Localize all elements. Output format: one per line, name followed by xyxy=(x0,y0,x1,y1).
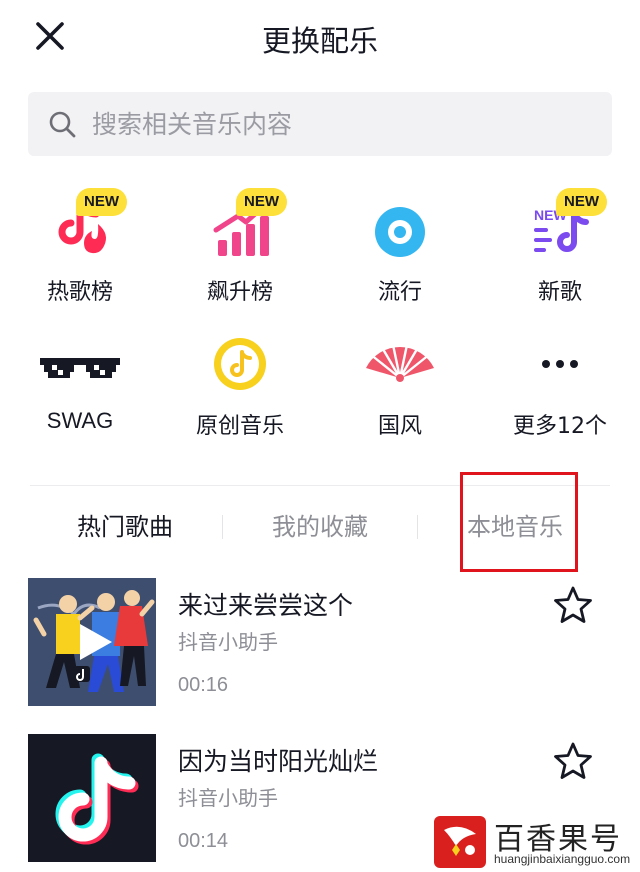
song-duration: 00:14 xyxy=(178,830,229,852)
song-row[interactable]: 来过来尝尝这个 抖音小助手 00:16 xyxy=(0,578,640,708)
tiktok-logo-cover-image xyxy=(28,734,156,862)
category-label: SWAG xyxy=(46,408,114,433)
category-guofeng[interactable]: 国风 xyxy=(320,332,480,452)
watermark-url: huangjinbaixiangguo.com xyxy=(494,852,631,866)
tab-my-favorites[interactable]: 我的收藏 xyxy=(245,505,395,549)
category-label: 新歌 xyxy=(537,280,582,305)
category-label: 热歌榜 xyxy=(46,280,113,305)
song-duration: 00:16 xyxy=(178,674,229,696)
pixel-sunglasses-icon xyxy=(40,358,120,378)
folding-fan-icon xyxy=(366,339,434,382)
disc-icon xyxy=(375,207,425,257)
star-icon[interactable] xyxy=(552,584,594,626)
song-artist: 抖音小助手 xyxy=(178,630,278,654)
song-title: 因为当时阳光灿烂 xyxy=(178,747,379,776)
category-pop[interactable]: 流行 xyxy=(320,188,480,308)
search-input[interactable] xyxy=(92,92,592,156)
tab-separator xyxy=(222,515,223,539)
page-title: 更换配乐 xyxy=(261,24,378,58)
watermark: 百香果号 huangjinbaixiangguo.com xyxy=(434,812,634,872)
new-badge: NEW xyxy=(76,188,127,216)
original-music-icon xyxy=(214,338,266,390)
category-rising-chart[interactable]: NEW 飙升榜 xyxy=(160,188,320,308)
highlight-box xyxy=(460,472,578,572)
watermark-logo xyxy=(434,816,486,868)
star-icon[interactable] xyxy=(552,740,594,782)
category-label: 国风 xyxy=(377,414,422,439)
new-badge: NEW xyxy=(556,188,607,216)
search-bar[interactable] xyxy=(28,92,612,156)
category-more[interactable]: 更多12个 xyxy=(480,332,640,452)
tab-hot-songs[interactable]: 热门歌曲 xyxy=(50,505,200,549)
category-label: 原创音乐 xyxy=(195,414,284,439)
watermark-logo-icon xyxy=(444,826,476,856)
category-label: 飙升榜 xyxy=(206,280,273,305)
song-title: 来过来尝尝这个 xyxy=(178,591,354,620)
category-original-music[interactable]: 原创音乐 xyxy=(160,332,320,452)
more-dots-icon xyxy=(542,360,578,368)
category-hot-chart[interactable]: NEW 热歌榜 xyxy=(0,188,160,308)
cartoon-cover-image xyxy=(28,578,156,706)
category-new-songs[interactable]: NEW NEW 新歌 xyxy=(480,188,640,308)
tab-separator xyxy=(417,515,418,539)
song-cover xyxy=(28,578,156,706)
song-cover xyxy=(28,734,156,862)
category-label: 流行 xyxy=(377,280,422,305)
category-label: 更多12个 xyxy=(513,414,607,439)
search-icon xyxy=(49,111,76,138)
new-badge: NEW xyxy=(236,188,287,216)
header: 更换配乐 xyxy=(0,0,640,80)
category-swag[interactable]: SWAG xyxy=(0,332,160,452)
song-artist: 抖音小助手 xyxy=(178,786,278,810)
